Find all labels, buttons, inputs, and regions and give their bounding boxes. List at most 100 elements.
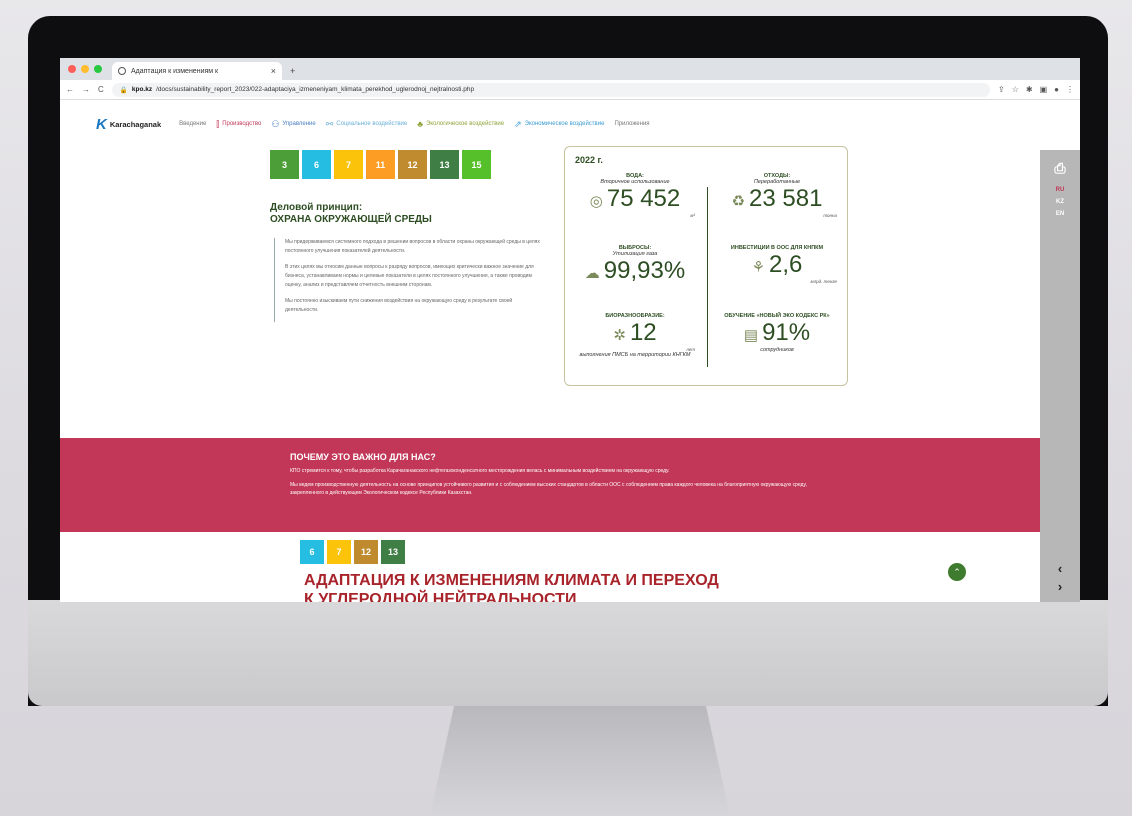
biodiversity-icon: ✲	[613, 327, 626, 344]
stats-card: 2022 г. ВОДА: Вторичное использование ◎ 7…	[564, 146, 848, 386]
menu-icon[interactable]: ⋮	[1066, 85, 1074, 94]
nav-production[interactable]: ⫿ Производство	[216, 119, 261, 130]
nav-appendix[interactable]: Приложения	[614, 121, 649, 127]
sdg-goal-icon: 11	[366, 150, 395, 179]
climate-heading: АДАПТАЦИЯ К ИЗМЕНЕНИЯМ КЛИМАТА И ПЕРЕХОД…	[304, 571, 719, 602]
stats-year: 2022 г.	[575, 155, 603, 165]
page-content: 3 6 7 11 12 13 15 Деловой принцип: ОХРАНА ОКРУ…	[60, 146, 1040, 602]
band-paragraph: Мы ведем производственную деятельность н…	[290, 482, 807, 496]
close-tab-icon[interactable]: ×	[271, 66, 276, 76]
stat-value: 12	[629, 319, 657, 346]
nav-social[interactable]: ⚯ Социальное воздействие	[326, 119, 407, 130]
sdg-goal-icon: 12	[354, 540, 378, 564]
sdg-goal-icon: 7	[327, 540, 351, 564]
sdg-goal-icon: 6	[302, 150, 331, 179]
sdg-goal-icon: 6	[300, 540, 324, 564]
nav-governance[interactable]: ⚇ Управление	[271, 119, 315, 130]
address-bar-row: ← → C 🔒 kpo.kz/docs/sustainability_repor…	[60, 80, 1080, 100]
sidebar-icon[interactable]: ▣	[1040, 85, 1048, 94]
url-host: kpo.kz	[131, 86, 153, 93]
stat-biodiversity: БИОРАЗНООБРАЗИЕ: ✲ 12 лет выполнения ПМСБ…	[575, 313, 695, 358]
band-title: ПОЧЕМУ ЭТО ВАЖНО ДЛЯ НАС?	[290, 452, 436, 462]
water-drop-icon: ◎	[589, 193, 603, 210]
stat-emissions: ВЫБРОСЫ: Утилизация газа ☁ 99,93%	[575, 245, 695, 285]
tab-title: Адаптация к изменениям к	[131, 67, 219, 75]
bookmark-star-icon[interactable]: ☆	[1012, 85, 1019, 94]
browser-tools: ⇪ ☆ ✱ ▣ ● ⋮	[998, 85, 1074, 94]
profile-icon[interactable]: ●	[1054, 85, 1059, 94]
stat-unit: тонна	[823, 213, 837, 218]
oil-icon: ⫿	[216, 118, 220, 129]
sdg-goal-icon: 3	[270, 150, 299, 179]
band-paragraph: КПО стремится к тому, чтобы разработка К…	[290, 468, 670, 474]
browser-tab[interactable]: Адаптация к изменениям к ×	[112, 62, 282, 80]
network-icon: ⚯	[325, 118, 334, 129]
stat-training: ОБУЧЕНИЕ «НОВЫЙ ЭКО КОДЕКС РК» ▤ 91% сотр…	[717, 313, 837, 353]
back-icon[interactable]: ←	[66, 85, 74, 94]
books-icon: ▤	[743, 327, 759, 344]
page-nav-arrows: ‹ ›	[1058, 560, 1062, 596]
stat-value: 91%	[762, 319, 811, 346]
stat-unit: м³	[690, 213, 695, 218]
recycle-icon: ♻	[731, 193, 746, 210]
right-rail: ⎙ RU KZ EN ‹ ›	[1040, 150, 1080, 602]
stat-waste: ОТХОДЫ: Переработанные ♻ 23 581 тонна	[717, 173, 837, 218]
screen: Адаптация к изменениям к × + ← → C 🔒 kpo…	[60, 58, 1080, 602]
pdf-icon[interactable]: ⎙	[1054, 160, 1065, 177]
lang-en[interactable]: EN	[1056, 211, 1064, 217]
chart-icon: ⇗	[514, 118, 522, 129]
share-icon[interactable]: ⇪	[998, 85, 1005, 94]
principle-line1: Деловой принцип:	[270, 202, 363, 213]
close-window-button[interactable]	[68, 65, 76, 73]
principle-description: Мы придерживаемся системного подхода в р…	[274, 238, 544, 322]
maximize-window-button[interactable]	[94, 65, 102, 73]
co2-icon: ☁	[584, 265, 600, 282]
principle-paragraph: В этих целях мы относим данные вопросы к…	[285, 264, 534, 288]
nav-ecology[interactable]: ♣ Экологическое воздействие	[417, 119, 504, 129]
principle-line2: ОХРАНА ОКРУЖАЮЩЕЙ СРЕДЫ	[270, 214, 432, 225]
nav-label: Экономическое воздействие	[524, 121, 605, 127]
nav-intro[interactable]: Введение	[179, 121, 206, 127]
globe-icon	[118, 67, 126, 75]
sdg-icons-top: 3 6 7 11 12 13 15	[270, 150, 491, 179]
sdg-goal-icon: 15	[462, 150, 491, 179]
logo-letter: K	[96, 115, 107, 133]
minimize-window-button[interactable]	[81, 65, 89, 73]
nav-label: Приложения	[614, 121, 650, 127]
stats-divider	[707, 187, 708, 367]
stat-value: 99,93%	[603, 257, 686, 284]
url-field[interactable]: 🔒 kpo.kz/docs/sustainability_report_2023…	[111, 82, 991, 97]
stat-unit: млрд. тенге	[810, 279, 837, 284]
lang-ru[interactable]: RU	[1056, 187, 1065, 193]
principle-heading: Деловой принцип: ОХРАНА ОКРУЖАЮЩЕЙ СРЕДЫ	[270, 202, 432, 226]
apple-logo-icon	[548, 638, 588, 686]
sdg-goal-icon: 12	[398, 150, 427, 179]
extensions-icon[interactable]: ✱	[1026, 85, 1033, 94]
sdg-icons-bottom: 6 7 12 13	[300, 540, 405, 564]
principle-paragraph: Мы постоянно изыскиваем пути снижения во…	[285, 298, 513, 313]
stat-value: 2,6	[769, 251, 803, 278]
imac-stand	[430, 706, 730, 816]
lang-kz[interactable]: KZ	[1056, 199, 1064, 205]
forward-icon[interactable]: →	[82, 85, 90, 94]
next-page-icon[interactable]: ›	[1058, 579, 1062, 594]
url-path: /docs/sustainability_report_2023/022-ada…	[156, 86, 475, 93]
stat-water: ВОДА: Вторичное использование ◎ 75 452 м³	[575, 173, 695, 218]
money-icon: ⚘	[751, 259, 766, 276]
leaf-icon: ♣	[417, 119, 424, 129]
new-tab-button[interactable]: +	[290, 66, 295, 76]
window-controls	[68, 65, 102, 73]
climate-line1: АДАПТАЦИЯ К ИЗМЕНЕНИЯМ КЛИМАТА И ПЕРЕХОД	[304, 572, 719, 589]
site-nav: K Karachaganak Введение ⫿ Производство ⚇ У…	[60, 102, 1080, 146]
prev-page-icon[interactable]: ‹	[1058, 561, 1062, 576]
principle-paragraph: Мы придерживаемся системного подхода в р…	[285, 239, 540, 254]
site-logo[interactable]: K Karachaganak	[96, 116, 161, 133]
scroll-up-button[interactable]: ⌃	[948, 563, 966, 581]
nav-economy[interactable]: ⇗ Экономическое воздействие	[514, 119, 604, 130]
stat-value: 75 452	[606, 185, 681, 212]
reload-icon[interactable]: C	[98, 85, 104, 94]
nav-label: Экологическое воздействие	[426, 121, 505, 127]
stat-subtitle: сотрудников	[760, 347, 794, 353]
nav-label: Социальное воздействие	[336, 121, 408, 127]
lock-icon: 🔒	[119, 86, 128, 94]
